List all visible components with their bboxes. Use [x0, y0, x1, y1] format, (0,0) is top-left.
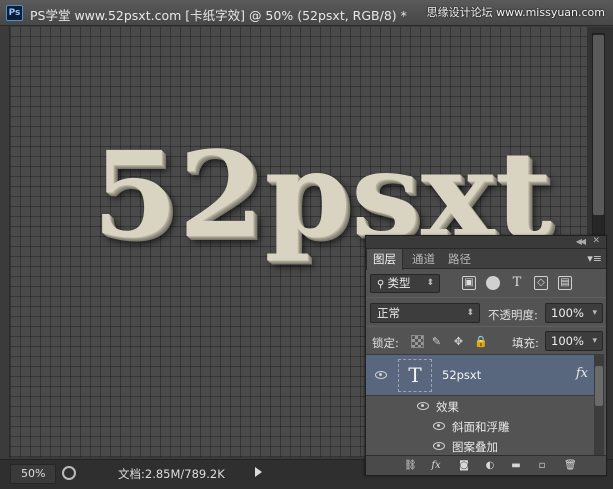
new-layer-icon[interactable]: ▫ [536, 460, 548, 472]
lock-brush-icon[interactable]: ✎ [430, 335, 443, 348]
document-title: PS学堂 www.52psxt.com [卡纸字效] @ 50% (52psxt… [30, 8, 407, 23]
fill-value: 100% [551, 334, 584, 348]
effects-group-row[interactable]: 效果 [366, 396, 596, 416]
chevron-down-icon[interactable]: ▾ [592, 304, 597, 322]
status-menu-arrow-icon[interactable] [255, 467, 262, 477]
shape-filter-icon[interactable]: ◇ [534, 276, 548, 290]
layers-list: T 52psxt fx 效果 斜面和浮雕 图案叠加 投影 [366, 354, 596, 456]
effect-name: 斜面和浮雕 [452, 420, 510, 434]
opacity-input[interactable]: 100% ▾ [545, 303, 603, 323]
blend-opacity-row: 正常 ⬍ 不透明度: 100% ▾ [366, 298, 606, 326]
visibility-eye-icon[interactable] [375, 371, 387, 379]
effect-row-pattern-overlay[interactable]: 图案叠加 [366, 436, 596, 456]
opacity-value: 100% [551, 306, 584, 320]
fill-label: 填充: [512, 336, 539, 350]
smart-object-filter-icon[interactable]: ▤ [558, 276, 572, 290]
effects-label: 效果 [436, 400, 459, 414]
layers-panel: ◀◀ ✕ 图层 通道 路径 ▾≡ ⚲ 类型 ⬍ ▣ T ◇ ▤ 正常 ⬍ 不透明… [365, 235, 607, 476]
chevron-updown-icon: ⬍ [466, 308, 474, 318]
chevron-down-icon[interactable]: ▾ [592, 332, 597, 350]
document-size-info: 文档:2.85M/789.2K [118, 467, 225, 481]
fill-input[interactable]: 100% ▾ [545, 331, 603, 351]
tab-layers[interactable]: 图层 [366, 249, 403, 270]
zoom-level-field[interactable]: 50% [10, 464, 56, 484]
search-icon: ⚲ [377, 279, 388, 290]
lock-move-icon[interactable]: ✥ [452, 335, 465, 348]
panel-tabs: 图层 通道 路径 ▾≡ [366, 249, 606, 270]
layer-name[interactable]: 52psxt [442, 368, 481, 382]
chevron-updown-icon: ⬍ [426, 278, 434, 288]
tab-paths[interactable]: 路径 [442, 249, 477, 269]
link-layers-icon[interactable]: ⛓ [404, 460, 417, 472]
layers-scroll-thumb[interactable] [595, 366, 603, 406]
adjustment-filter-icon[interactable] [486, 276, 500, 290]
lock-all-icon[interactable]: 🔒 [474, 335, 488, 348]
layer-filter-row: ⚲ 类型 ⬍ ▣ T ◇ ▤ [366, 269, 606, 297]
visibility-eye-icon[interactable] [433, 422, 445, 430]
panel-header: ◀◀ ✕ [366, 236, 606, 249]
document-title-bar: Ps PS学堂 www.52psxt.com [卡纸字效] @ 50% (52p… [0, 0, 613, 26]
delete-layer-icon[interactable]: 🗑 [564, 460, 577, 472]
close-panel-icon[interactable]: ✕ [592, 236, 600, 246]
status-info-icon[interactable] [62, 466, 76, 480]
tab-channels[interactable]: 通道 [406, 249, 441, 269]
visibility-eye-icon[interactable] [433, 442, 445, 450]
new-group-icon[interactable]: ▬ [510, 460, 522, 472]
visibility-eye-icon[interactable] [417, 402, 429, 410]
collapse-panel-icon[interactable]: ◀◀ [576, 237, 586, 246]
watermark-text: 思缘设计论坛 www.missyuan.com [426, 6, 605, 19]
text-layer-thumbnail-icon: T [398, 359, 432, 392]
add-style-icon[interactable]: fx [430, 460, 442, 472]
lock-fill-row: 锁定: ✎ ✥ 🔒 填充: 100% ▾ [366, 327, 606, 355]
type-filter-icon[interactable]: T [510, 276, 524, 290]
layer-effects-icon[interactable]: fx [576, 366, 588, 381]
blend-mode-select[interactable]: 正常 ⬍ [370, 303, 480, 323]
panel-menu-icon[interactable]: ▾≡ [587, 252, 602, 265]
panel-footer-toolbar: ⛓ fx ◙ ◐ ▬ ▫ 🗑 [366, 455, 606, 475]
filter-kind-value: 类型 [387, 276, 411, 290]
image-filter-icon[interactable]: ▣ [462, 276, 476, 290]
scroll-thumb[interactable] [593, 35, 604, 215]
effect-row-bevel[interactable]: 斜面和浮雕 [366, 416, 596, 436]
lock-transparency-icon[interactable] [411, 335, 424, 348]
effect-name: 图案叠加 [452, 440, 498, 454]
layers-scrollbar[interactable] [594, 354, 604, 456]
new-adjustment-icon[interactable]: ◐ [484, 460, 496, 472]
layer-filter-select[interactable]: ⚲ 类型 ⬍ [370, 274, 440, 293]
layer-item-52psxt[interactable]: T 52psxt fx [366, 354, 596, 396]
canvas-left-margin [0, 26, 10, 460]
add-mask-icon[interactable]: ◙ [458, 460, 470, 472]
lock-label: 锁定: [372, 336, 399, 350]
photoshop-logo-icon: Ps [6, 5, 23, 21]
opacity-label: 不透明度: [488, 308, 538, 322]
blend-mode-value: 正常 [377, 306, 400, 320]
